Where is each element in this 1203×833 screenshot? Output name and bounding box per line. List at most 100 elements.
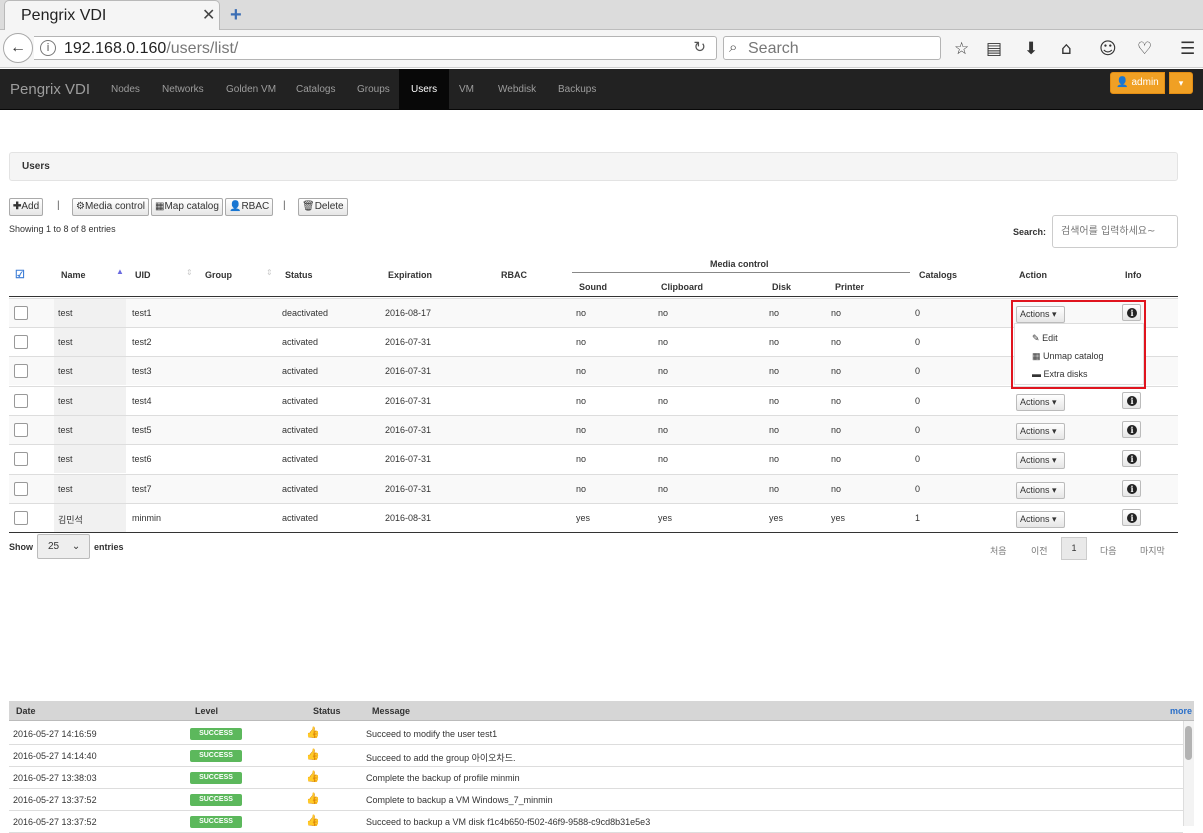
info-button[interactable]: i <box>1122 509 1141 526</box>
rbac-button[interactable]: 👤RBAC <box>225 198 274 216</box>
col-printer[interactable]: Printer <box>835 282 864 292</box>
nav-nodes[interactable]: Nodes <box>100 69 151 110</box>
actions-button[interactable]: Actions ▾ <box>1016 511 1065 528</box>
row-checkbox[interactable] <box>14 482 28 496</box>
reload-icon[interactable]: ↻ <box>693 38 706 56</box>
table-row[interactable]: testtest2activated2016-07-31nononono0i <box>9 327 1178 356</box>
add-button[interactable]: ✚Add <box>9 198 44 216</box>
table-row[interactable]: test test7 activated 2016-07-31 no no no no 0 Act… <box>9 474 1178 503</box>
log-more-link[interactable]: more <box>1170 706 1192 716</box>
table-row[interactable]: test test6 activated 2016-07-31 no no no no 0 Act… <box>9 444 1178 473</box>
trash-icon: 🗑 <box>302 201 315 212</box>
cell-printer: no <box>831 425 842 435</box>
col-disk[interactable]: Disk <box>772 282 791 292</box>
info-button[interactable]: i <box>1122 421 1141 438</box>
actions-button[interactable]: Actions ▾ <box>1016 423 1065 440</box>
cell-uid: test5 <box>132 425 152 435</box>
page-next[interactable]: 다음 <box>1100 544 1117 557</box>
browser-tab[interactable]: Pengrix VDI ✕ <box>4 0 220 30</box>
col-expiration[interactable]: Expiration <box>388 270 432 280</box>
log-scrollbar-thumb[interactable] <box>1185 726 1192 760</box>
info-button[interactable]: i <box>1122 392 1141 409</box>
page-last[interactable]: 마지막 <box>1140 544 1165 557</box>
nav-users[interactable]: Users <box>399 69 450 110</box>
cell-expiration: 2016-07-31 <box>385 454 432 464</box>
actions-button[interactable]: Actions ▾ <box>1016 394 1065 411</box>
cell-expiration: 2016-07-31 <box>385 425 432 435</box>
home-icon[interactable]: ⌂ <box>1061 39 1072 59</box>
page-prev[interactable]: 이전 <box>1031 544 1048 557</box>
nav-catalogs[interactable]: Catalogs <box>285 69 346 110</box>
download-icon[interactable]: ⬇ <box>1024 39 1038 59</box>
smiley-icon[interactable]: ☺ <box>1099 39 1117 59</box>
info-button[interactable]: i <box>1122 450 1141 467</box>
admin-button[interactable]: 👤 admin <box>1110 72 1165 94</box>
actions-button[interactable]: Actions ▾ <box>1016 482 1065 499</box>
table-row[interactable]: test test4 activated 2016-07-31 no no no no 0 Act… <box>9 386 1178 415</box>
col-status[interactable]: Status <box>285 270 313 280</box>
table-search-input[interactable] <box>1052 215 1178 248</box>
delete-button[interactable]: 🗑Delete <box>298 198 348 216</box>
col-catalogs[interactable]: Catalogs <box>919 270 957 280</box>
reading-list-icon[interactable]: ▤ <box>986 39 1002 59</box>
info-icon[interactable]: i <box>40 40 56 56</box>
actions-button[interactable]: Actions ▾ <box>1016 452 1065 469</box>
info-icon: i <box>1127 425 1137 435</box>
menu-icon[interactable]: ☰ <box>1180 39 1195 59</box>
cell-expiration: 2016-08-17 <box>385 308 432 318</box>
search-label: Search: <box>1013 227 1047 237</box>
address-bar[interactable]: i 192.168.0.160/users/list/ ↻ <box>34 36 717 60</box>
col-info: Info <box>1125 270 1142 280</box>
media-control-button[interactable]: ⚙Media control <box>72 198 149 216</box>
row-checkbox[interactable] <box>14 423 28 437</box>
map-catalog-button[interactable]: ▦Map catalog <box>151 198 223 216</box>
admin-caret-button[interactable]: ▾ <box>1169 72 1193 94</box>
info-icon: i <box>1127 396 1137 406</box>
col-group[interactable]: Group <box>205 270 232 280</box>
select-all-check-icon[interactable]: ☑ <box>15 268 25 281</box>
thumbs-up-icon: 👍 <box>306 815 320 827</box>
caret-down-icon: ▾ <box>1052 455 1057 465</box>
nav-webdisk[interactable]: Webdisk <box>487 69 547 110</box>
row-checkbox[interactable] <box>14 511 28 525</box>
table-row[interactable]: test test5 activated 2016-07-31 no no no no 0 Act… <box>9 415 1178 444</box>
back-arrow-icon[interactable]: ← <box>3 33 33 63</box>
row-checkbox[interactable] <box>14 452 28 466</box>
browser-search-input[interactable]: ⌕ Search <box>723 36 941 60</box>
col-clipboard[interactable]: Clipboard <box>661 282 703 292</box>
log-col-date: Date <box>16 706 36 716</box>
table-row[interactable]: 김민석 minmin activated 2016-08-31 yes yes yes yes… <box>9 503 1178 532</box>
thumbs-up-icon: 👍 <box>306 793 320 805</box>
cell-status: activated <box>282 337 319 347</box>
pocket-icon[interactable]: ♡ <box>1137 39 1152 59</box>
nav-networks[interactable]: Networks <box>151 69 215 110</box>
page-current[interactable]: 1 <box>1061 537 1087 560</box>
new-tab-icon[interactable]: + <box>230 4 242 27</box>
nav-vm[interactable]: VM <box>449 69 484 110</box>
cell-sound: no <box>576 396 587 406</box>
cell-status: activated <box>282 396 319 406</box>
nav-groups[interactable]: Groups <box>346 69 401 110</box>
info-button[interactable]: i <box>1122 480 1141 497</box>
sort-asc-icon: ▲ <box>116 267 124 276</box>
col-name[interactable]: Name <box>61 270 86 280</box>
page-first[interactable]: 처음 <box>990 544 1007 557</box>
col-uid[interactable]: UID <box>135 270 151 280</box>
cell-uid: test7 <box>132 484 152 494</box>
cell-clipboard: no <box>658 308 669 318</box>
col-rbac[interactable]: RBAC <box>501 270 527 280</box>
table-row[interactable]: test test1 deactivated 2016-08-17 no no no no 0 A… <box>9 298 1178 327</box>
row-checkbox[interactable] <box>14 306 28 320</box>
nav-backups[interactable]: Backups <box>547 69 607 110</box>
col-sound[interactable]: Sound <box>579 282 607 292</box>
table-row[interactable]: testtest3activated2016-07-31nononono0i <box>9 356 1178 385</box>
nav-golden-vm[interactable]: Golden VM <box>215 69 287 110</box>
brand[interactable]: Pengrix VDI <box>10 81 90 98</box>
row-checkbox[interactable] <box>14 364 28 378</box>
row-checkbox[interactable] <box>14 394 28 408</box>
cell-disk: no <box>769 308 780 318</box>
bookmark-star-icon[interactable]: ☆ <box>954 39 969 59</box>
page-length-select[interactable]: 25 ⌄ <box>37 534 90 559</box>
close-tab-icon[interactable]: ✕ <box>202 5 215 25</box>
row-checkbox[interactable] <box>14 335 28 349</box>
